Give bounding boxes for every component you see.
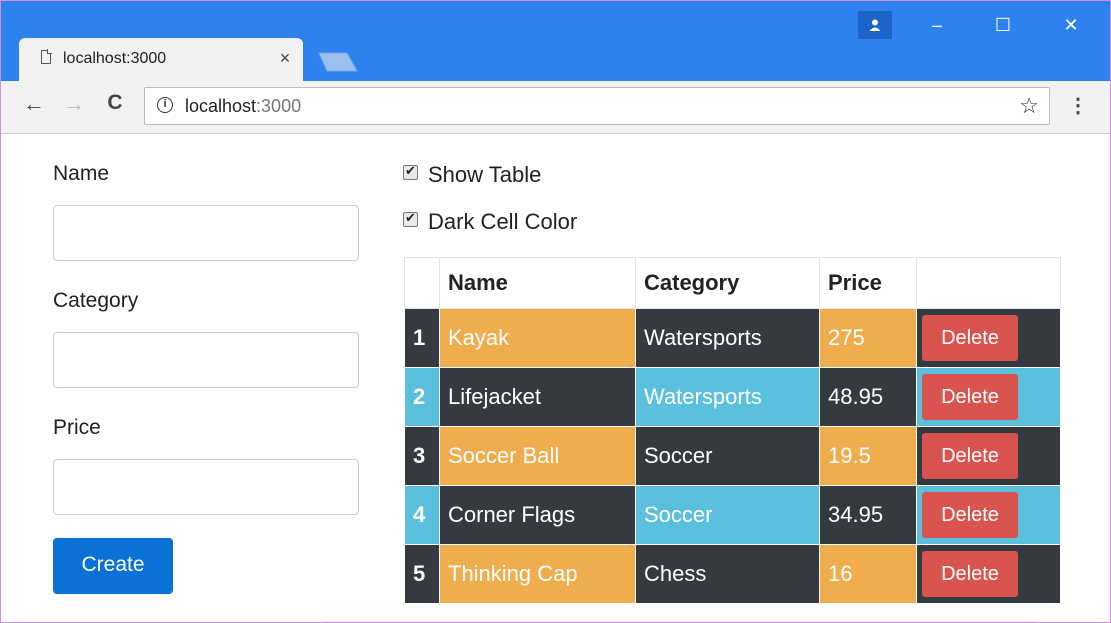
row-price: 34.95 [819, 485, 917, 545]
row-name: Corner Flags [439, 485, 636, 545]
bookmark-star-icon[interactable]: ☆ [1019, 93, 1039, 119]
table-row: 3 Soccer Ball Soccer 19.5 Delete [404, 426, 1061, 486]
row-actions: Delete [916, 485, 1061, 545]
show-table-checkbox[interactable] [403, 163, 418, 180]
minimize-button[interactable]: – [917, 15, 957, 36]
row-index: 1 [404, 308, 440, 368]
maximize-button[interactable]: ☐ [983, 15, 1023, 36]
tab-title: localhost:3000 [63, 50, 167, 67]
forward-button[interactable]: → [61, 91, 87, 117]
page-icon [41, 49, 52, 64]
row-category: Watersports [635, 308, 820, 368]
dark-cell-option[interactable]: Dark Cell Color [403, 209, 577, 235]
row-name: Thinking Cap [439, 544, 636, 604]
table-row: 2 Lifejacket Watersports 48.95 Delete [404, 367, 1061, 427]
row-price: 275 [819, 308, 917, 368]
delete-button[interactable]: Delete [922, 433, 1018, 479]
address-bar[interactable]: i localhost:3000 ☆ [144, 87, 1050, 125]
tab-close-icon[interactable]: × [275, 48, 295, 69]
dark-cell-checkbox[interactable] [403, 210, 418, 227]
row-category: Chess [635, 544, 820, 604]
table-row: 1 Kayak Watersports 275 Delete [404, 308, 1061, 368]
row-name: Soccer Ball [439, 426, 636, 486]
profile-button[interactable] [858, 11, 892, 39]
back-button[interactable]: ← [21, 91, 47, 117]
row-index: 5 [404, 544, 440, 604]
new-tab-button[interactable] [317, 51, 359, 73]
row-index: 2 [404, 367, 440, 427]
close-window-button[interactable]: ✕ [1051, 15, 1091, 36]
url-text: localhost:3000 [185, 96, 301, 117]
info-icon[interactable]: i [157, 97, 173, 113]
table-row: 4 Corner Flags Soccer 34.95 Delete [404, 485, 1061, 545]
browser-toolbar: ← → C i localhost:3000 ☆ ⋮ [1, 81, 1110, 134]
category-label: Category [53, 289, 139, 312]
show-table-label: Show Table [428, 162, 542, 187]
name-label: Name [53, 162, 110, 185]
url-host: localhost [185, 96, 257, 116]
header-index [404, 257, 440, 309]
row-index: 3 [404, 426, 440, 486]
page-divider [323, 621, 1035, 622]
header-price: Price [819, 257, 917, 309]
row-actions: Delete [916, 308, 1061, 368]
products-table: Name Category Price 1 Kayak Watersports … [404, 257, 1061, 604]
browser-menu-icon[interactable]: ⋮ [1068, 93, 1088, 118]
row-price: 48.95 [819, 367, 917, 427]
row-category: Watersports [635, 367, 820, 427]
dark-cell-label: Dark Cell Color [428, 209, 578, 234]
row-category: Soccer [635, 426, 820, 486]
url-port: :3000 [256, 96, 302, 116]
header-category: Category [635, 257, 820, 309]
delete-button[interactable]: Delete [922, 374, 1018, 420]
row-actions: Delete [916, 544, 1061, 604]
row-name: Lifejacket [439, 367, 636, 427]
delete-button[interactable]: Delete [922, 315, 1018, 361]
price-label: Price [53, 416, 101, 439]
table-row: 5 Thinking Cap Chess 16 Delete [404, 544, 1061, 604]
show-table-option[interactable]: Show Table [403, 162, 541, 188]
row-actions: Delete [916, 367, 1061, 427]
create-button[interactable]: Create [53, 538, 173, 594]
row-name: Kayak [439, 308, 636, 368]
price-input[interactable] [53, 459, 359, 515]
reload-button[interactable]: C [102, 91, 128, 115]
category-input[interactable] [53, 332, 359, 388]
row-price: 19.5 [819, 426, 917, 486]
table-header-row: Name Category Price [404, 257, 1061, 309]
browser-tab[interactable]: localhost:3000 × [19, 38, 303, 81]
row-price: 16 [819, 544, 917, 604]
header-actions [916, 257, 1061, 309]
person-icon [858, 14, 892, 37]
row-index: 4 [404, 485, 440, 545]
title-bar: localhost:3000 × – ☐ ✕ [1, 1, 1110, 81]
row-actions: Delete [916, 426, 1061, 486]
header-name: Name [439, 257, 636, 309]
delete-button[interactable]: Delete [922, 492, 1018, 538]
name-input[interactable] [53, 205, 359, 261]
browser-window: localhost:3000 × – ☐ ✕ ← → C i localhost… [0, 0, 1111, 623]
row-category: Soccer [635, 485, 820, 545]
delete-button[interactable]: Delete [922, 551, 1018, 597]
